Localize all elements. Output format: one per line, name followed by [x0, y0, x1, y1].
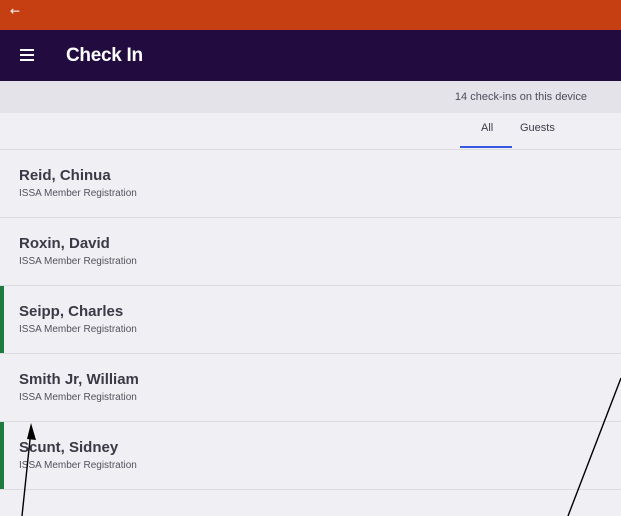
attendee-name: Roxin, David	[19, 235, 110, 252]
tab-guests[interactable]: Guests	[520, 122, 555, 134]
page-title: Check In	[66, 45, 143, 66]
attendee-row-scunt[interactable]: Scunt, Sidney ISSA Member Registration	[0, 422, 621, 490]
attendee-name: Scunt, Sidney	[19, 439, 119, 456]
attendee-name: Smith Jr, William	[19, 371, 139, 388]
attendee-ticket-type: ISSA Member Registration	[19, 460, 137, 471]
hamburger-menu-icon[interactable]	[20, 49, 34, 61]
attendee-ticket-type: ISSA Member Registration	[19, 256, 137, 267]
attendee-row-seipp[interactable]: Seipp, Charles ISSA Member Registration	[0, 286, 621, 354]
attendee-name: Reid, Chinua	[19, 167, 111, 184]
attendee-name: Seipp, Charles	[19, 303, 124, 320]
active-tab-indicator	[460, 146, 512, 148]
attendee-row-reid[interactable]: Reid, Chinua ISSA Member Registration	[0, 150, 621, 218]
attendee-ticket-type: ISSA Member Registration	[19, 324, 137, 335]
app-bar: Check In	[0, 30, 621, 81]
attendee-ticket-type: ISSA Member Registration	[19, 188, 137, 199]
filter-tabs: All Guests	[0, 113, 621, 150]
checkin-count-text: 14 check-ins on this device	[454, 91, 587, 103]
checkin-count-bar: 14 check-ins on this device	[0, 81, 621, 113]
attendee-ticket-type: ISSA Member Registration	[19, 392, 137, 403]
back-arrow-icon[interactable]: ←	[10, 4, 20, 18]
status-bar: ←	[0, 0, 621, 30]
tab-all[interactable]: All	[481, 122, 493, 134]
attendee-list: Reid, Chinua ISSA Member Registration Ro…	[0, 150, 621, 490]
attendee-row-smith[interactable]: Smith Jr, William ISSA Member Registrati…	[0, 354, 621, 422]
attendee-row-roxin[interactable]: Roxin, David ISSA Member Registration	[0, 218, 621, 286]
